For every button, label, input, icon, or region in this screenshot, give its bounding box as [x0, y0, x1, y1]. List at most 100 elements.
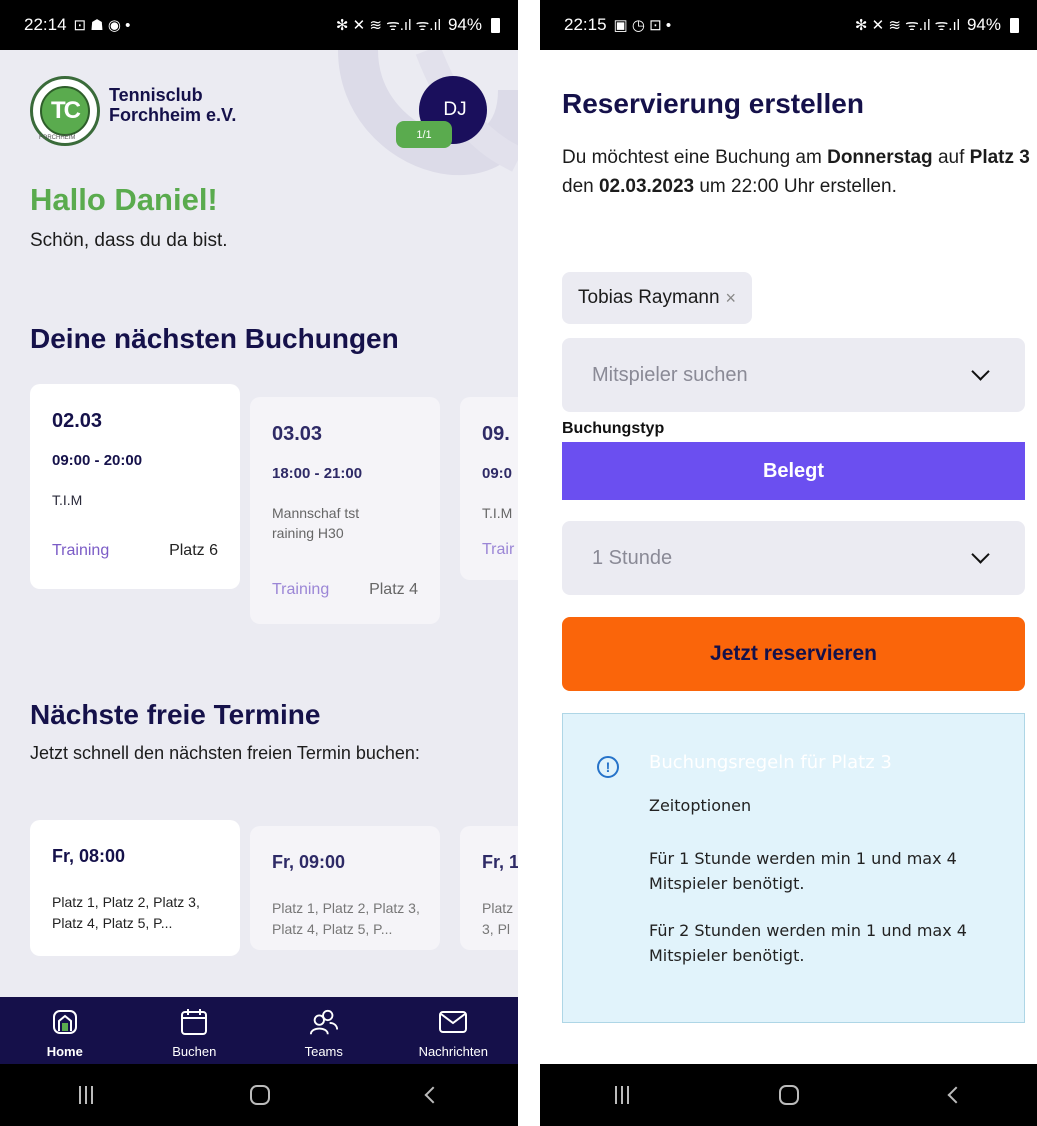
info-icon: ! [597, 756, 619, 778]
nav-teams-label: Teams [304, 1044, 343, 1059]
back-button[interactable] [947, 1086, 965, 1104]
recents-button[interactable] [615, 1086, 630, 1104]
booking-court: Platz 4 [369, 581, 418, 598]
status-time: 22:15 [564, 15, 607, 34]
free-slot-card[interactable]: Fr, 1 Platz 3, Pl [460, 826, 518, 950]
nav-buchen[interactable]: Buchen [130, 997, 260, 1064]
system-navigation-bar [0, 1064, 518, 1126]
summary-court: Platz 3 [969, 147, 1030, 168]
upcoming-bookings-title: Deine nächsten Buchungen [30, 323, 399, 354]
summary-text-4: um 22:00 Uhr erstellen. [694, 176, 897, 197]
summary-text-2: auf [932, 147, 970, 168]
club-name: Tennisclub Forchheim e.V. [109, 85, 236, 125]
nav-nachrichten-label: Nachrichten [418, 1044, 488, 1059]
nav-nachrichten[interactable]: Nachrichten [389, 997, 519, 1064]
system-home-button[interactable] [779, 1085, 800, 1105]
battery-icon [1010, 17, 1019, 33]
nav-teams[interactable]: Teams [259, 997, 389, 1064]
free-slot-courts: Platz 1, Platz 2, Platz 3, Platz 4, Plat… [272, 900, 420, 937]
duration-value: 1 Stunde [592, 546, 673, 569]
battery-level: 94% [447, 15, 482, 34]
duration-select[interactable]: 1 Stunde [562, 521, 1025, 595]
free-slots-subtitle: Jetzt schnell den nächsten freien Termin… [30, 743, 420, 763]
booking-time: 09:00 - 20:00 [52, 452, 143, 469]
player-search-select[interactable]: Mitspieler suchen [562, 338, 1025, 412]
free-slot-courts: Platz 1, Platz 2, Platz 3, Platz 4, Plat… [52, 894, 200, 931]
teams-icon [309, 1007, 339, 1037]
booking-date: 03.03 [272, 423, 323, 445]
booking-date: 09. [482, 423, 510, 445]
booking-time: 18:00 - 21:00 [272, 465, 363, 482]
booking-type: Training [52, 542, 110, 559]
background-swoosh-decoration [338, 50, 518, 176]
battery-icon [491, 17, 500, 33]
club-name-line2: Forchheim e.V. [109, 105, 237, 125]
signal-icons: ✻ ✕ ≋ ᯤ.ıl ᯤ.ıl [854, 17, 960, 34]
booking-card[interactable]: 02.03 09:00 - 20:00 T.I.M Training Platz… [30, 384, 240, 589]
remove-player-icon[interactable]: × [726, 288, 737, 309]
booking-rules-box: ! Buchungsregeln für Platz 3 Zeitoptione… [562, 713, 1025, 1023]
home-screen: 22:14 ⊡ ☗ ◉ • ✻ ✕ ≋ ᯤ.ıl ᯤ.ıl 94% TC FOR… [0, 0, 518, 1126]
bottom-navigation: Home Buchen Teams Nachrichten [0, 997, 518, 1064]
notification-icons: ⊡ ☗ ◉ • [73, 17, 131, 34]
status-bar: 22:14 ⊡ ☗ ◉ • ✻ ✕ ≋ ᯤ.ıl ᯤ.ıl 94% [0, 0, 518, 50]
signal-icons: ✻ ✕ ≋ ᯤ.ıl ᯤ.ıl [335, 17, 441, 34]
booking-title: T.I.M [52, 492, 83, 508]
mail-icon [438, 1007, 468, 1037]
reservation-screen: 22:15 ▣ ◷ ⊡ • ✻ ✕ ≋ ᯤ.ıl ᯤ.ıl 94% Reserv… [540, 0, 1037, 1126]
notification-icons: ▣ ◷ ⊡ • [613, 17, 672, 34]
booking-time: 09:0 [482, 465, 513, 482]
free-slot-card[interactable]: Fr, 09:00 Platz 1, Platz 2, Platz 3, Pla… [250, 826, 440, 950]
summary-text-1: Du möchtest eine Buchung am [562, 147, 828, 168]
home-icon [50, 1007, 80, 1037]
chevron-down-icon [971, 362, 990, 381]
avatar-badge: 1/1 [396, 121, 452, 148]
system-home-button[interactable] [249, 1085, 270, 1105]
free-slot-time: Fr, 1 [482, 852, 518, 872]
system-navigation-bar [540, 1064, 1037, 1126]
back-button[interactable] [424, 1086, 442, 1104]
booking-type: Trair [482, 541, 515, 558]
calendar-icon [179, 1007, 209, 1037]
player-search-placeholder: Mitspieler suchen [592, 363, 748, 386]
booking-title: Mannschaf tstraining H30 [272, 505, 360, 541]
greeting-subtitle: Schön, dass du da bist. [30, 230, 228, 251]
booking-court: Platz 6 [169, 542, 218, 559]
booking-date: 02.03 [52, 410, 103, 432]
summary-date: 02.03.2023 [598, 176, 695, 197]
booking-card[interactable]: 03.03 18:00 - 21:00 Mannschaf tstraining… [250, 397, 440, 624]
reservation-summary: Du möchtest eine Buchung am Donnerstag a… [562, 143, 1032, 201]
booking-type-label: Buchungstyp [562, 420, 665, 437]
club-name-line1: Tennisclub [109, 85, 203, 105]
summary-text-3: den [562, 176, 599, 197]
booking-type-button[interactable]: Belegt [562, 442, 1025, 500]
page-title: Reservierung erstellen [562, 88, 864, 119]
booking-card[interactable]: 09. 09:0 T.I.M Trair [460, 397, 518, 580]
reserve-button[interactable]: Jetzt reservieren [562, 617, 1025, 691]
booking-rules-title: Buchungsregeln für Platz 3 [649, 752, 892, 773]
club-logo-ring-text: FORCHHEIM [39, 135, 76, 141]
battery-level: 94% [966, 15, 1001, 34]
nav-home[interactable]: Home [0, 997, 130, 1064]
selected-player-name: Tobias Raymann [578, 287, 720, 308]
free-slots-title: Nächste freie Termine [30, 699, 321, 730]
nav-home-label: Home [46, 1044, 83, 1059]
booking-title: T.I.M [482, 505, 513, 521]
recents-button[interactable] [78, 1086, 93, 1104]
time-options-subtitle: Zeitoptionen [649, 796, 752, 815]
selected-player-chip: Tobias Raymann × [562, 272, 753, 324]
status-time: 22:14 [24, 15, 67, 34]
booking-rule: Für 2 Stunden werden min 1 und max 4 Mit… [649, 921, 967, 965]
chevron-down-icon [971, 545, 990, 564]
club-logo-mark: TC [40, 86, 90, 136]
status-bar: 22:15 ▣ ◷ ⊡ • ✻ ✕ ≋ ᯤ.ıl ᯤ.ıl 94% [540, 0, 1037, 50]
free-slot-courts: Platz 3, Pl [482, 900, 514, 937]
free-slot-time: Fr, 08:00 [52, 846, 126, 866]
free-slot-card[interactable]: Fr, 08:00 Platz 1, Platz 2, Platz 3, Pla… [30, 820, 240, 956]
nav-buchen-label: Buchen [172, 1044, 217, 1059]
free-slot-time: Fr, 09:00 [272, 852, 346, 872]
summary-weekday: Donnerstag [827, 147, 933, 168]
booking-rule: Für 1 Stunde werden min 1 und max 4 Mits… [649, 849, 957, 893]
club-logo[interactable]: TC FORCHHEIM [30, 76, 100, 146]
greeting-title: Hallo Daniel! [30, 182, 218, 217]
